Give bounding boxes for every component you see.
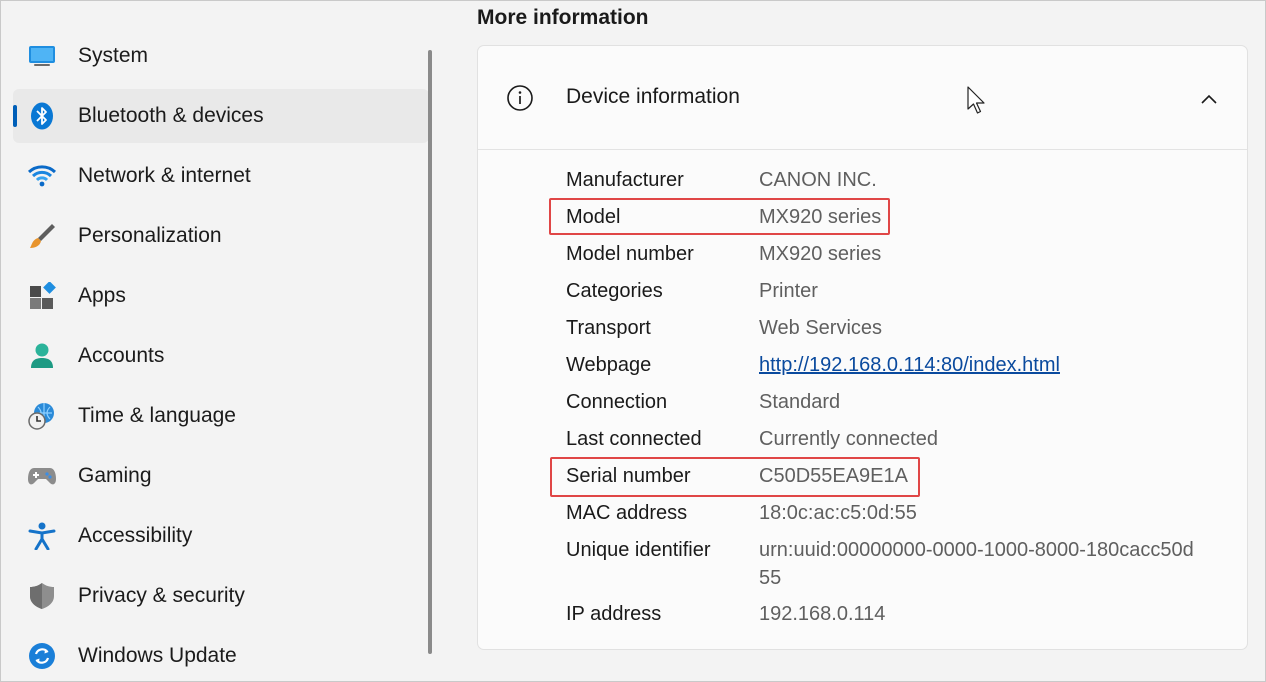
person-icon xyxy=(27,341,57,371)
clock-globe-icon xyxy=(27,401,57,431)
sidebar-item-label: System xyxy=(78,29,148,83)
update-icon xyxy=(27,641,57,671)
detail-row-serial-number: Serial number C50D55EA9E1A xyxy=(478,458,1247,495)
webpage-link[interactable]: http://192.168.0.114:80/index.html xyxy=(759,347,1060,384)
detail-row-connection: Connection Standard xyxy=(478,384,1247,421)
apps-icon xyxy=(27,281,57,311)
info-icon xyxy=(506,84,534,117)
detail-key: Last connected xyxy=(566,421,702,458)
detail-row-transport: Transport Web Services xyxy=(478,310,1247,347)
detail-row-model: Model MX920 series xyxy=(478,199,1247,236)
detail-value: Currently connected xyxy=(759,421,938,458)
detail-value: MX920 series xyxy=(759,199,881,236)
sidebar-item-privacy-security[interactable]: Privacy & security xyxy=(13,569,429,623)
mouse-cursor-icon xyxy=(967,86,987,121)
detail-row-manufacturer: Manufacturer CANON INC. xyxy=(478,162,1247,199)
paintbrush-icon xyxy=(27,221,57,251)
detail-row-unique-identifier: Unique identifier urn:uuid:00000000-0000… xyxy=(478,532,1247,596)
detail-value: C50D55EA9E1A xyxy=(759,458,908,495)
bluetooth-icon xyxy=(27,101,57,131)
sidebar-item-gaming[interactable]: Gaming xyxy=(13,449,429,503)
sidebar-item-network-internet[interactable]: Network & internet xyxy=(13,149,429,203)
accessibility-icon xyxy=(27,521,57,551)
shield-icon xyxy=(27,581,57,611)
card-title: Device information xyxy=(566,85,740,109)
detail-row-model-number: Model number MX920 series xyxy=(478,236,1247,273)
detail-value: Standard xyxy=(759,384,840,421)
detail-value: 192.168.0.114 xyxy=(759,596,885,633)
sidebar-scrollbar[interactable] xyxy=(428,50,432,654)
device-information-card: Device information Manufacturer CANON IN… xyxy=(477,45,1248,650)
sidebar-item-system[interactable]: System xyxy=(13,29,429,83)
detail-key: IP address xyxy=(566,596,661,633)
sidebar-item-label: Apps xyxy=(78,269,126,323)
sidebar-item-windows-update[interactable]: Windows Update xyxy=(13,629,429,682)
detail-key: Categories xyxy=(566,273,663,310)
selection-indicator xyxy=(13,105,17,127)
device-information-expander[interactable]: Device information xyxy=(478,46,1247,150)
detail-value: Printer xyxy=(759,273,818,310)
detail-value: MX920 series xyxy=(759,236,881,273)
sidebar-item-apps[interactable]: Apps xyxy=(13,269,429,323)
detail-key: Webpage xyxy=(566,347,651,384)
detail-key: Model number xyxy=(566,236,694,273)
sidebar-item-label: Windows Update xyxy=(78,629,237,682)
detail-key: MAC address xyxy=(566,495,687,532)
sidebar-item-label: Time & language xyxy=(78,389,236,443)
detail-row-ip-address: IP address 192.168.0.114 xyxy=(478,596,1247,633)
sidebar-item-label: Accessibility xyxy=(78,509,192,563)
detail-row-mac-address: MAC address 18:0c:ac:c5:0d:55 xyxy=(478,495,1247,532)
section-title: More information xyxy=(477,6,649,30)
sidebar-item-time-language[interactable]: Time & language xyxy=(13,389,429,443)
system-monitor-icon xyxy=(27,41,57,71)
sidebar-item-label: Network & internet xyxy=(78,149,251,203)
detail-value: CANON INC. xyxy=(759,162,877,199)
detail-key: Transport xyxy=(566,310,651,347)
detail-value: Web Services xyxy=(759,310,882,347)
detail-key: Manufacturer xyxy=(566,162,684,199)
detail-key: Connection xyxy=(566,384,667,421)
detail-row-last-connected: Last connected Currently connected xyxy=(478,421,1247,458)
sidebar-item-label: Gaming xyxy=(78,449,152,503)
sidebar-item-label: Privacy & security xyxy=(78,569,245,623)
sidebar-item-label: Bluetooth & devices xyxy=(78,89,264,143)
detail-key: Unique identifier xyxy=(566,532,711,569)
detail-key: Model xyxy=(566,199,620,236)
detail-row-categories: Categories Printer xyxy=(478,273,1247,310)
sidebar-item-label: Personalization xyxy=(78,209,222,263)
sidebar-item-accounts[interactable]: Accounts xyxy=(13,329,429,383)
detail-value: 18:0c:ac:c5:0d:55 xyxy=(759,495,917,532)
detail-row-webpage: Webpage http://192.168.0.114:80/index.ht… xyxy=(478,347,1247,384)
sidebar-item-personalization[interactable]: Personalization xyxy=(13,209,429,263)
sidebar-item-label: Accounts xyxy=(78,329,164,383)
detail-value: urn:uuid:00000000-0000-1000-8000-180cacc… xyxy=(759,536,1199,592)
wifi-icon xyxy=(27,161,57,191)
sidebar-item-accessibility[interactable]: Accessibility xyxy=(13,509,429,563)
detail-key: Serial number xyxy=(566,458,691,495)
sidebar-item-bluetooth-devices[interactable]: Bluetooth & devices xyxy=(13,89,429,143)
gamepad-icon xyxy=(27,461,57,491)
chevron-up-icon[interactable] xyxy=(1200,92,1218,110)
